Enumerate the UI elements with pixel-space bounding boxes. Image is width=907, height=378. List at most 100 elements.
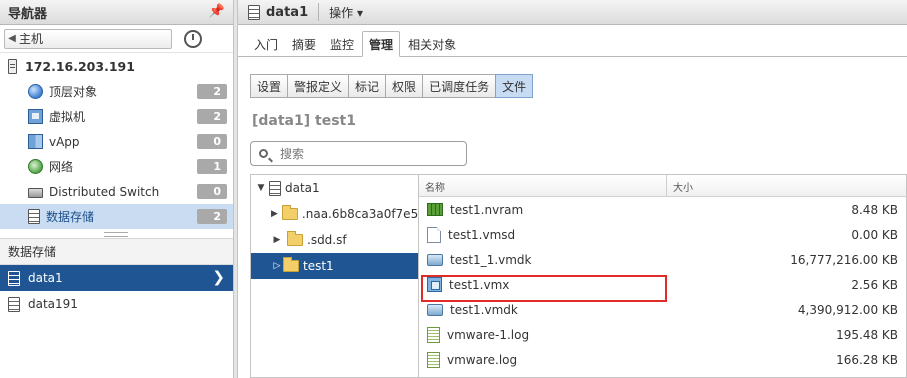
section-label: 数据存储 bbox=[8, 245, 57, 259]
datastore-icon bbox=[8, 270, 20, 286]
tree-node-naa[interactable]: ▶ .naa.6b8ca3a0f7e5( bbox=[251, 201, 418, 227]
subtab-permissions[interactable]: 权限 bbox=[385, 74, 424, 98]
nav-item-networks[interactable]: 网络 1 bbox=[0, 154, 233, 179]
top-level-objects-icon bbox=[28, 84, 43, 99]
tab-getting-started[interactable]: 入门 bbox=[248, 31, 284, 57]
splitter-handle[interactable] bbox=[0, 229, 233, 239]
folder-tree: ▼ data1 ▶ .naa.6b8ca3a0f7e5( ▶ .sdd.sf ▷… bbox=[250, 174, 418, 378]
expand-right-icon[interactable]: ▶ bbox=[271, 209, 278, 219]
disk-icon bbox=[427, 253, 443, 266]
object-title: data1 bbox=[266, 4, 309, 20]
search-icon bbox=[259, 149, 268, 158]
tree-node-data1[interactable]: ▼ data1 bbox=[251, 175, 418, 201]
host-item[interactable]: 172.16.203.191 bbox=[0, 53, 233, 79]
network-icon bbox=[28, 159, 43, 174]
nav-item-virtual-machines[interactable]: 虚拟机 2 bbox=[0, 104, 233, 129]
document-icon bbox=[427, 226, 441, 243]
vm-config-icon bbox=[427, 277, 442, 292]
actions-menu[interactable]: 操作 ▾ bbox=[329, 4, 363, 21]
datastore-item-data191[interactable]: data191 bbox=[0, 291, 233, 317]
host-icon bbox=[8, 58, 17, 74]
file-size: 8.48 KB bbox=[851, 202, 898, 217]
subtab-alarm-definitions[interactable]: 警报定义 bbox=[287, 74, 350, 98]
tree-node-test1[interactable]: ▷ test1 bbox=[251, 253, 418, 279]
nav-item-label: Distributed Switch bbox=[49, 184, 160, 199]
nav-item-distributed-switch[interactable]: Distributed Switch 0 bbox=[0, 179, 233, 204]
file-name: test1.vmsd bbox=[448, 227, 516, 242]
file-size: 2.56 KB bbox=[851, 277, 898, 292]
host-label: 172.16.203.191 bbox=[25, 58, 135, 74]
nav-item-datastores[interactable]: 数据存储 2 bbox=[0, 204, 233, 229]
tree-node-sdd[interactable]: ▶ .sdd.sf bbox=[251, 227, 418, 253]
back-button[interactable]: ◀ 主机 bbox=[4, 28, 172, 49]
file-size: 0.00 KB bbox=[851, 227, 898, 242]
count-badge: 2 bbox=[197, 84, 227, 99]
column-header-name[interactable]: 名称 bbox=[419, 175, 667, 197]
grid-header: 名称 大小 bbox=[419, 175, 906, 197]
datastore-icon bbox=[28, 209, 40, 224]
column-header-size[interactable]: 大小 bbox=[667, 175, 906, 197]
file-row[interactable]: vmware.log 166.28 KB bbox=[419, 347, 906, 372]
datastore-label: data191 bbox=[28, 297, 78, 311]
file-row[interactable]: test1.vmx 2.56 KB bbox=[419, 272, 906, 297]
file-name: test1.vmdk bbox=[450, 302, 518, 317]
file-name: test1_1.vmdk bbox=[450, 252, 532, 267]
virtual-machine-icon bbox=[28, 109, 43, 124]
file-browser-title: [data1] test1 bbox=[252, 113, 356, 129]
tab-monitor[interactable]: 监控 bbox=[324, 31, 360, 57]
file-row[interactable]: test1.nvram 8.48 KB bbox=[419, 197, 906, 222]
file-name: test1.vmx bbox=[449, 277, 510, 292]
navigator-back-row: ◀ 主机 bbox=[0, 25, 233, 53]
search-box[interactable] bbox=[250, 141, 467, 166]
subtab-files[interactable]: 文件 bbox=[495, 74, 534, 98]
log-icon bbox=[427, 351, 440, 368]
nav-item-label: 数据存储 bbox=[46, 210, 95, 224]
datastore-item-data1[interactable]: data1 ❯ bbox=[0, 265, 233, 291]
nav-item-top-level-objects[interactable]: 顶层对象 2 bbox=[0, 79, 233, 104]
pin-icon[interactable]: 📌 bbox=[209, 4, 225, 19]
log-icon bbox=[427, 326, 440, 343]
expand-right-icon[interactable]: ▶ bbox=[271, 235, 283, 245]
subtab-bar: 设置 警报定义 标记 权限 已调度任务 文件 bbox=[250, 74, 534, 98]
history-icon[interactable] bbox=[184, 29, 202, 48]
file-name: vmware-1.log bbox=[447, 327, 530, 342]
file-row[interactable]: test1_1.vmdk 16,777,216.00 KB bbox=[419, 247, 906, 272]
tree-node-label: .sdd.sf bbox=[307, 233, 347, 247]
navigator-header: 导航器 📌 bbox=[0, 0, 233, 25]
tree-node-label: data1 bbox=[285, 181, 320, 195]
navigator-title: 导航器 bbox=[8, 6, 48, 22]
expand-down-icon[interactable]: ▼ bbox=[255, 183, 267, 193]
subtab-scheduled-tasks[interactable]: 已调度任务 bbox=[422, 74, 497, 98]
file-size: 166.28 KB bbox=[836, 352, 898, 367]
tab-manage[interactable]: 管理 bbox=[362, 31, 401, 57]
datastore-icon bbox=[269, 180, 281, 196]
folder-icon bbox=[287, 231, 303, 246]
file-size: 4,390,912.00 KB bbox=[797, 302, 898, 317]
distributed-switch-icon bbox=[28, 187, 43, 198]
datastore-section-header: 数据存储 bbox=[0, 239, 233, 265]
datastore-icon bbox=[8, 296, 20, 312]
tab-bar: 入门 摘要 监控 管理 相关对象 bbox=[238, 25, 907, 57]
file-name: vmware.log bbox=[447, 352, 518, 367]
tab-summary[interactable]: 摘要 bbox=[286, 31, 322, 57]
folder-icon bbox=[281, 205, 298, 220]
folder-icon bbox=[283, 257, 299, 272]
nav-item-vapp[interactable]: vApp 0 bbox=[0, 129, 233, 154]
chevron-right-icon[interactable]: ❯ bbox=[212, 268, 225, 286]
disk-icon bbox=[427, 303, 443, 316]
nav-item-label: 顶层对象 bbox=[49, 85, 98, 99]
count-badge: 0 bbox=[197, 184, 227, 199]
tab-related-objects[interactable]: 相关对象 bbox=[402, 31, 462, 57]
count-badge: 2 bbox=[197, 109, 227, 124]
subtab-settings[interactable]: 设置 bbox=[250, 74, 289, 98]
file-row[interactable]: test1.vmdk 4,390,912.00 KB bbox=[419, 297, 906, 322]
search-input[interactable] bbox=[280, 146, 450, 161]
main-panel: data1 操作 ▾ 入门 摘要 监控 管理 相关对象 设置 警报定义 标记 权… bbox=[238, 0, 907, 378]
subtab-tags[interactable]: 标记 bbox=[348, 74, 387, 98]
file-row[interactable]: vmware-1.log 195.48 KB bbox=[419, 322, 906, 347]
back-label: 主机 bbox=[19, 32, 44, 46]
file-row[interactable]: test1.vmsd 0.00 KB bbox=[419, 222, 906, 247]
nvram-icon bbox=[427, 203, 443, 216]
file-name: test1.nvram bbox=[450, 202, 524, 217]
expand-right-icon[interactable]: ▷ bbox=[271, 261, 283, 271]
